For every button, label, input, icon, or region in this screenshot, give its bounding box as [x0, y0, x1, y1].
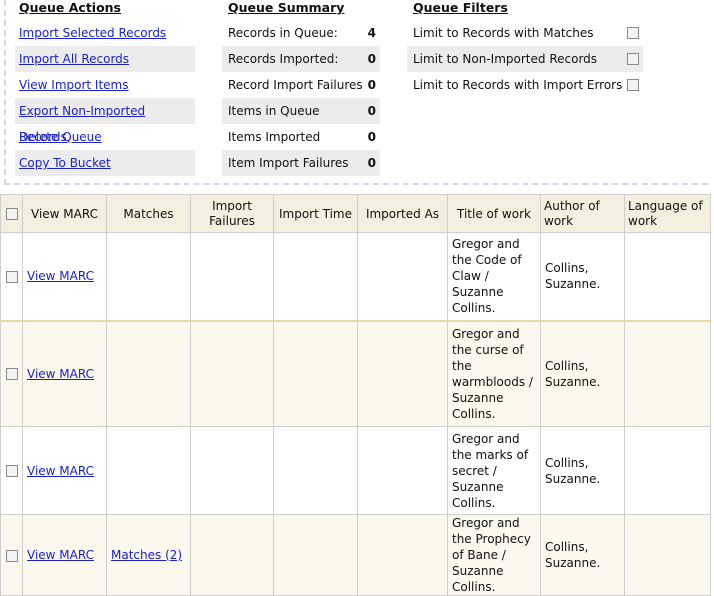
table-row: View MARC Gregor and the curse of the wa… — [0, 319, 711, 427]
queue-panel: Queue Actions Import Selected Records Im… — [0, 0, 714, 189]
table-row: View MARC Gregor and the marks of secret… — [0, 426, 711, 515]
filter-import-errors-checkbox[interactable] — [627, 79, 639, 91]
queue-actions-heading: Queue Actions — [19, 0, 122, 15]
import-all-records-link[interactable]: Import All Records — [19, 52, 129, 66]
summary-value: 0 — [367, 156, 376, 170]
language-cell — [624, 319, 711, 427]
summary-label: Records Imported: — [228, 52, 339, 66]
col-imported-as[interactable]: Imported As — [357, 194, 448, 233]
import-time-cell — [273, 232, 358, 321]
author-cell: Collins, Suzanne. — [540, 514, 625, 596]
matches-cell — [106, 319, 191, 427]
title-cell: Gregor and the Code of Claw / Suzanne Co… — [447, 232, 541, 321]
filter-matches-checkbox[interactable] — [627, 27, 639, 39]
queue-filters-heading: Queue Filters — [413, 0, 508, 15]
import-failures-cell — [190, 426, 274, 515]
view-marc-link[interactable]: View MARC — [27, 548, 94, 562]
filter-non-imported-checkbox[interactable] — [627, 53, 639, 65]
import-time-cell — [273, 426, 358, 515]
import-failures-cell — [190, 319, 274, 427]
col-view-marc[interactable]: View MARC — [22, 194, 107, 233]
view-marc-cell: View MARC — [22, 232, 107, 321]
view-marc-cell: View MARC — [22, 319, 107, 427]
matches-cell — [106, 426, 191, 515]
table-row: View MARC Matches (2) Gregor and the Pro… — [0, 514, 711, 596]
import-time-cell — [273, 319, 358, 427]
view-marc-cell: View MARC — [22, 426, 107, 515]
queue-summary-list: Records in Queue: 4 Records Imported: 0 Re… — [222, 20, 380, 176]
language-cell — [624, 426, 711, 515]
select-all-cell — [0, 194, 23, 233]
imported-as-cell — [357, 426, 448, 515]
summary-value: 0 — [367, 52, 376, 66]
queue-actions-list: Import Selected Records Import All Recor… — [15, 20, 195, 176]
select-all-checkbox[interactable] — [5, 208, 18, 220]
author-cell: Collins, Suzanne. — [540, 232, 625, 321]
title-cell: Gregor and the curse of the warmbloods /… — [447, 319, 541, 427]
queue-summary-heading: Queue Summary — [228, 0, 345, 15]
col-import-failures[interactable]: Import Failures — [190, 194, 274, 233]
row-checkbox[interactable] — [5, 549, 18, 562]
filter-label-non-imported: Limit to Non-Imported Records — [413, 52, 598, 66]
summary-label: Items in Queue — [228, 104, 320, 118]
summary-label: Item Import Failures — [228, 156, 349, 170]
filter-label-import-errors: Limit to Records with Import Errors — [413, 78, 623, 92]
col-language-of-work[interactable]: Language of work — [624, 194, 711, 233]
summary-value: 4 — [367, 26, 376, 40]
summary-label: Record Import Failures — [228, 78, 363, 92]
row-select-cell — [0, 232, 23, 321]
import-failures-cell — [190, 232, 274, 321]
copy-to-bucket-link[interactable]: Copy To Bucket — [19, 156, 111, 170]
import-time-cell — [273, 514, 358, 596]
imported-as-cell — [357, 514, 448, 596]
col-matches[interactable]: Matches — [106, 194, 191, 233]
row-checkbox[interactable] — [5, 270, 18, 283]
matches-cell: Matches (2) — [106, 514, 191, 596]
summary-label: Items Imported — [228, 130, 321, 144]
language-cell — [624, 232, 711, 321]
matches-cell — [106, 232, 191, 321]
view-marc-cell: View MARC — [22, 514, 107, 596]
delete-queue-link[interactable]: Delete Queue — [19, 130, 102, 144]
view-marc-link[interactable]: View MARC — [27, 269, 94, 283]
author-cell: Collins, Suzanne. — [540, 319, 625, 427]
title-cell: Gregor and the Prophecy of Bane / Suzann… — [447, 514, 541, 596]
grid-header-row: View MARC Matches Import Failures Import… — [0, 194, 711, 233]
row-checkbox[interactable] — [5, 465, 18, 477]
col-author-of-work[interactable]: Author of work — [540, 194, 625, 233]
view-import-items-link[interactable]: View Import Items — [19, 78, 129, 92]
import-selected-records-link[interactable]: Import Selected Records — [19, 26, 166, 40]
row-checkbox[interactable] — [5, 368, 18, 381]
queue-filters-list: Limit to Records with Matches Limit to N… — [407, 20, 643, 98]
author-cell: Collins, Suzanne. — [540, 426, 625, 515]
matches-link[interactable]: Matches (2) — [111, 548, 182, 562]
col-title-of-work[interactable]: Title of work — [447, 194, 541, 233]
summary-value: 0 — [367, 104, 376, 118]
summary-value: 0 — [367, 78, 376, 92]
summary-value: 0 — [367, 130, 376, 144]
row-select-cell — [0, 426, 23, 515]
row-select-cell — [0, 514, 23, 596]
import-failures-cell — [190, 514, 274, 596]
table-row: View MARC Gregor and the Code of Claw / … — [0, 232, 711, 321]
language-cell — [624, 514, 711, 596]
row-select-cell — [0, 319, 23, 427]
view-marc-link[interactable]: View MARC — [27, 367, 94, 381]
imported-as-cell — [357, 232, 448, 321]
col-import-time[interactable]: Import Time — [273, 194, 358, 233]
title-cell: Gregor and the marks of secret / Suzanne… — [447, 426, 541, 515]
filter-label-matches: Limit to Records with Matches — [413, 26, 594, 40]
view-marc-link[interactable]: View MARC — [27, 464, 94, 478]
queue-records-grid: View MARC Matches Import Failures Import… — [0, 194, 711, 596]
imported-as-cell — [357, 319, 448, 427]
summary-label: Records in Queue: — [228, 26, 338, 40]
